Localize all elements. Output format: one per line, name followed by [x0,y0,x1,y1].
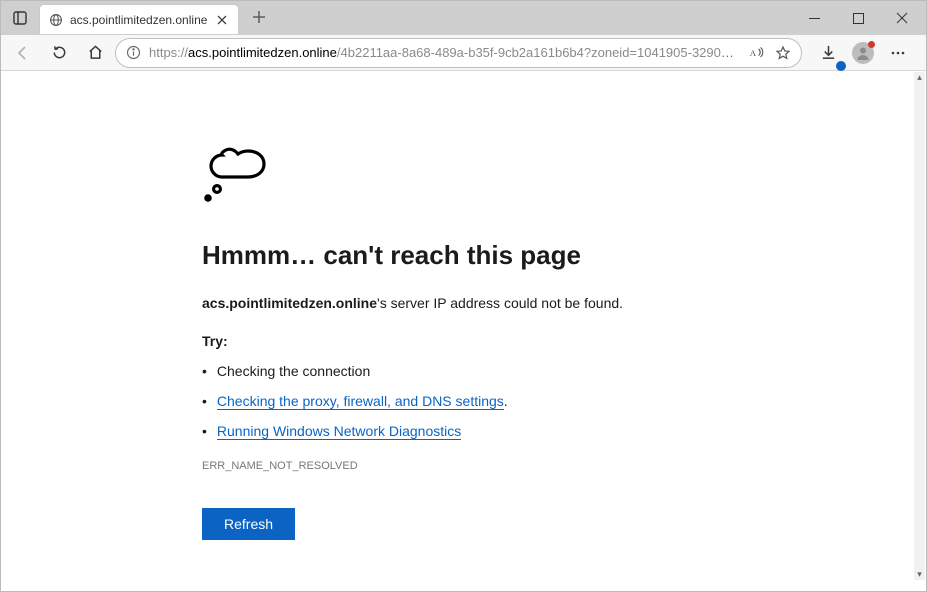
error-heading: Hmmm… can't reach this page [202,240,682,271]
browser-toolbar: https://acs.pointlimitedzen.online/4b221… [1,35,926,71]
window-maximize-button[interactable] [836,3,880,33]
more-menu-button[interactable] [882,37,914,69]
vertical-scrollbar[interactable]: ▴ ▾ [914,72,925,580]
suggestion-item: Checking the connection [202,363,682,379]
error-message: acs.pointlimitedzen.online's server IP a… [202,295,682,311]
page-viewport: Hmmm… can't reach this page acs.pointlim… [2,72,914,580]
suggestion-item: Running Windows Network Diagnostics [202,423,682,440]
error-page: Hmmm… can't reach this page acs.pointlim… [2,72,682,580]
error-code: ERR_NAME_NOT_RESOLVED [202,460,682,472]
window-titlebar: acs.pointlimitedzen.online [1,1,926,35]
window-minimize-button[interactable] [792,3,836,33]
try-label: Try: [202,333,682,349]
favorite-icon[interactable] [775,45,791,61]
site-info-icon[interactable] [126,45,141,60]
suggestion-list: Checking the connection Checking the pro… [202,363,682,440]
downloads-button[interactable] [812,37,844,69]
read-aloud-icon[interactable]: A [749,45,765,61]
downloads-badge [836,61,846,71]
browser-tab[interactable]: acs.pointlimitedzen.online [39,4,239,34]
refresh-page-button[interactable]: Refresh [202,508,295,540]
new-tab-button[interactable] [245,3,273,31]
refresh-button[interactable] [43,37,75,69]
window-close-button[interactable] [880,3,924,33]
thinking-cloud-icon [202,142,682,206]
proxy-settings-link[interactable]: Checking the proxy, firewall, and DNS se… [217,393,504,410]
home-button[interactable] [79,37,111,69]
scroll-up-arrow[interactable]: ▴ [914,72,925,83]
site-globe-icon [48,12,64,28]
network-diagnostics-link[interactable]: Running Windows Network Diagnostics [217,423,461,440]
scroll-down-arrow[interactable]: ▾ [914,569,925,580]
tab-actions-button[interactable] [5,3,35,33]
url-text: https://acs.pointlimitedzen.online/4b221… [149,45,741,60]
suggestion-item: Checking the proxy, firewall, and DNS se… [202,393,682,409]
svg-text:A: A [750,48,757,58]
profile-avatar[interactable] [852,42,874,64]
tab-title: acs.pointlimitedzen.online [70,13,208,27]
back-button[interactable] [7,37,39,69]
address-bar[interactable]: https://acs.pointlimitedzen.online/4b221… [115,38,802,68]
tab-close-button[interactable] [214,12,230,28]
